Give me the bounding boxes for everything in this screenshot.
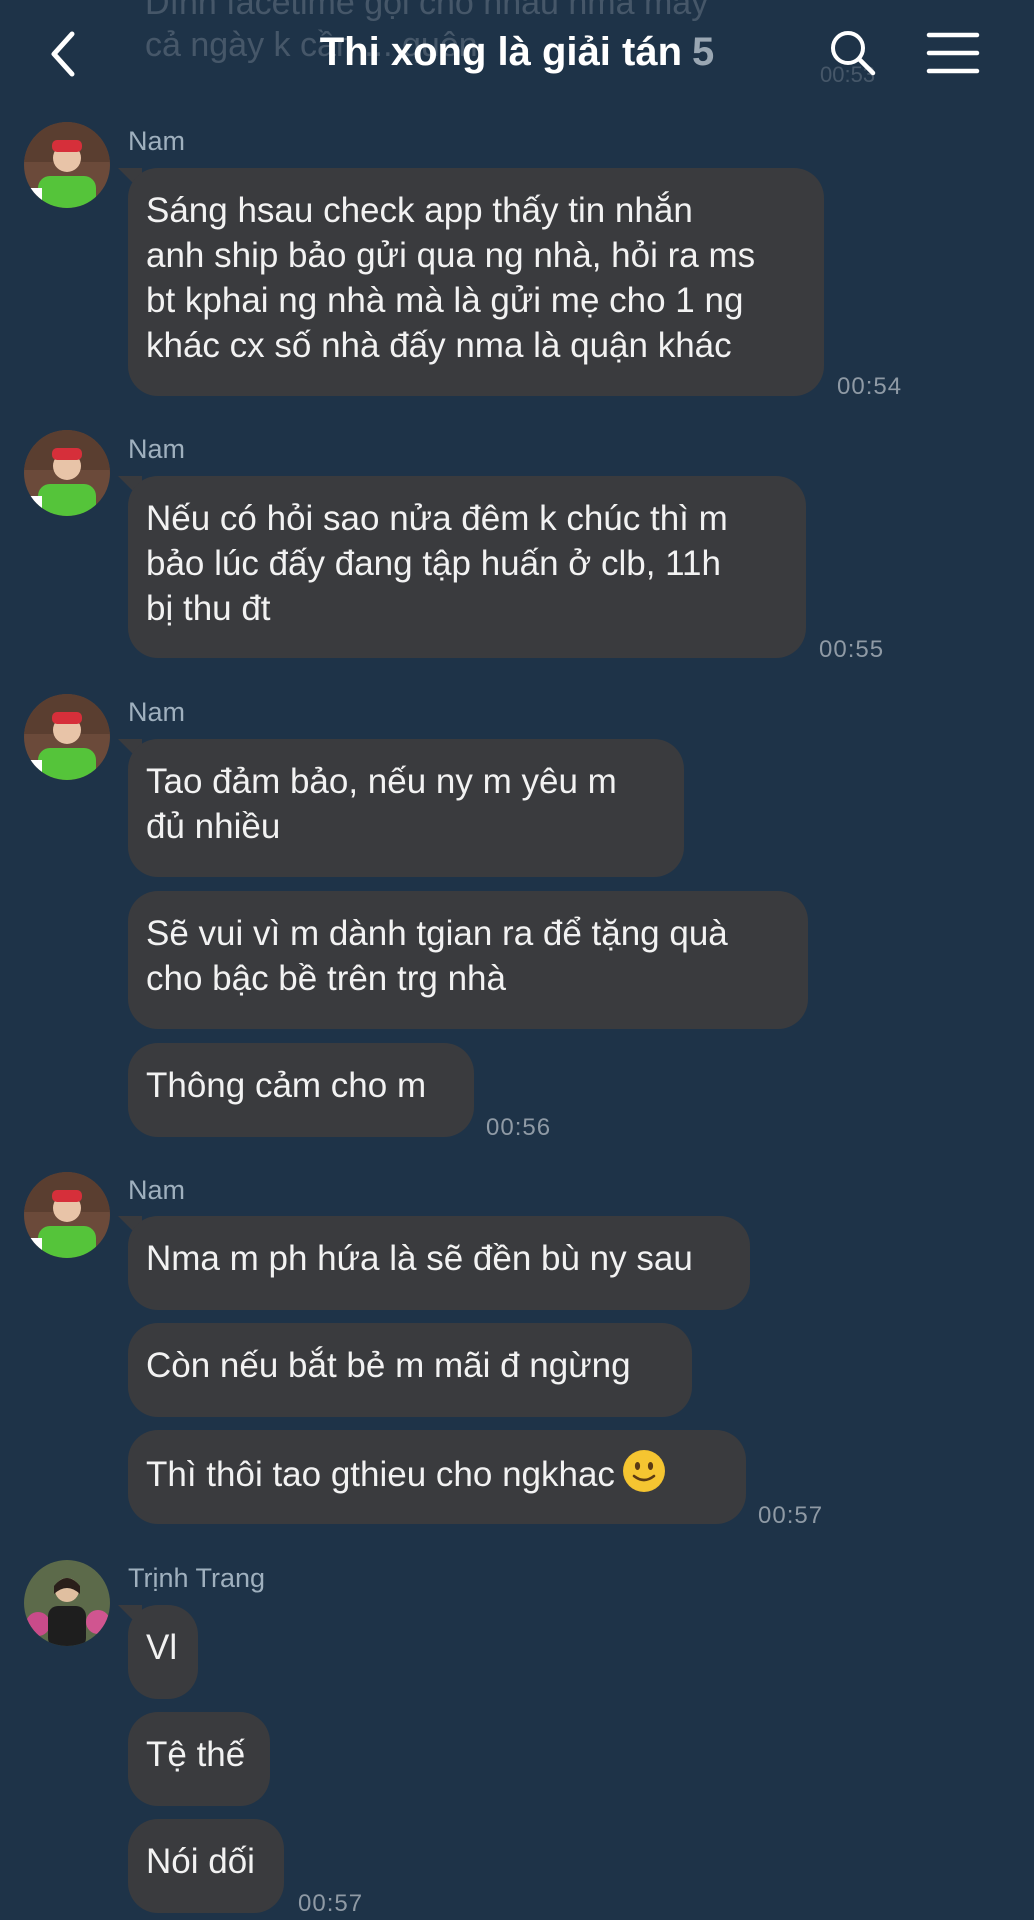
search-button[interactable] [828, 28, 878, 78]
message-line: Thì thôi tao gthieu cho ngkhac [146, 1455, 615, 1494]
message-time: 00:54 [837, 373, 903, 400]
hamburger-menu-icon [926, 32, 980, 74]
message-line: Tệ thế [146, 1735, 246, 1774]
message-bubble[interactable]: Nếu có hỏi sao nửa đêm k chúc thì m bảo … [128, 476, 806, 658]
message-bubble[interactable]: Thì thôi tao gthieu cho ngkhac [128, 1430, 746, 1524]
sender-name: Nam [128, 126, 186, 156]
message-line: cho bậc bề trên trg nhà [146, 959, 506, 998]
sender-name: Nam [128, 697, 186, 727]
message-bubble[interactable]: Thông cảm cho m [128, 1043, 474, 1137]
message-line: Nếu có hỏi sao nửa đêm k chúc thì m [146, 499, 728, 538]
message-line: Nma m ph hứa là sẽ đền bù ny sau [146, 1239, 693, 1278]
message-line: bị thu đt [146, 589, 271, 628]
message-bubble[interactable]: Vl [128, 1605, 198, 1699]
message-bubble[interactable]: Còn nếu bắt bẻ m mãi đ ngừng [128, 1323, 692, 1417]
message-bubble[interactable]: Nma m ph hứa là sẽ đền bù ny sau [128, 1216, 750, 1310]
message-line: Tao đảm bảo, nếu ny m yêu m [146, 762, 617, 801]
menu-button[interactable] [926, 30, 980, 76]
message-line: Vl [146, 1628, 178, 1667]
message-bubble[interactable]: Nói dối [128, 1819, 284, 1913]
message-line: bảo lúc đấy đang tập huấn ở clb, 11h [146, 544, 721, 583]
message-line: Còn nếu bắt bẻ m mãi đ ngừng [146, 1346, 631, 1385]
message-line: bt kphai ng nhà mà là gửi mẹ cho 1 ng [146, 281, 744, 320]
avatar-nam[interactable] [24, 1172, 110, 1258]
message-time: 00:57 [758, 1502, 824, 1529]
message-line: Sẽ vui vì m dành tgian ra để tặng quà [146, 914, 728, 953]
search-icon [831, 31, 876, 76]
message-bubble[interactable]: Tệ thế [128, 1712, 270, 1806]
message-line: anh ship bảo gửi qua ng nhà, hỏi ra ms [146, 236, 756, 275]
message-bubble[interactable]: Tao đảm bảo, nếu ny m yêu m đủ nhiều [128, 739, 684, 877]
sender-name: Trịnh Trang [128, 1563, 266, 1593]
message-bubble[interactable]: Sáng hsau check app thấy tin nhắn anh sh… [128, 168, 824, 396]
chat-title[interactable]: Thi xong là giải tán 5 [0, 30, 1034, 75]
slightly-smiling-face-emoji [622, 1450, 665, 1492]
message-time: 00:57 [298, 1890, 364, 1917]
member-count: 5 [692, 30, 715, 74]
message-line: Nói dối [146, 1842, 255, 1881]
message-time: 00:56 [486, 1114, 552, 1141]
group-name: Thi xong là giải tán [319, 30, 682, 74]
sender-name: Nam [128, 1175, 186, 1205]
chat-header: Thi xong là giải tán 5 [0, 0, 1034, 110]
message-bubble[interactable]: Sẽ vui vì m dành tgian ra để tặng quà ch… [128, 891, 808, 1029]
message-line: Thông cảm cho m [146, 1066, 427, 1105]
message-line: đủ nhiều [146, 807, 281, 846]
message-line: Sáng hsau check app thấy tin nhắn [146, 191, 693, 230]
sender-name: Nam [128, 434, 186, 464]
message-time: 00:55 [819, 636, 885, 663]
avatar-nam[interactable] [24, 122, 110, 208]
avatar-nam[interactable] [24, 694, 110, 780]
avatar-trinh-trang[interactable] [24, 1560, 110, 1646]
avatar-nam[interactable] [24, 430, 110, 516]
message-line: khác cx số nhà đấy nma là quận khác [146, 326, 732, 365]
